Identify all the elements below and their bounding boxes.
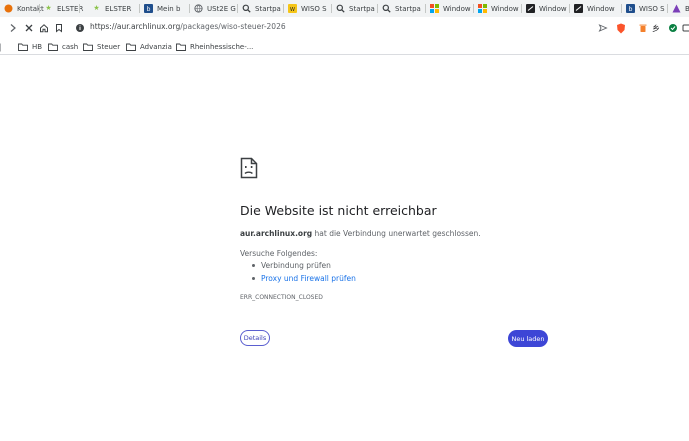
bookmark-label: Steuer (97, 43, 121, 51)
tab-title: Startpa (255, 4, 281, 13)
tab-title: Startpa (395, 4, 421, 13)
svg-text:b: b (147, 6, 151, 13)
send-icon[interactable] (596, 21, 610, 35)
url-path: /packages/wiso-steuer-2026 (180, 22, 286, 31)
suggestions-list: Verbindung prüfen Proxy und Firewall prü… (250, 261, 356, 287)
trash-icon[interactable] (636, 21, 650, 35)
folder-icon (126, 43, 136, 51)
tab-title: USt2E G (207, 4, 236, 13)
tab-mein-b[interactable]: b Mein b (140, 1, 190, 16)
circle-app-icon (4, 4, 13, 13)
translate-icon[interactable]: 乡 (651, 21, 665, 35)
tab-title: WISO S (301, 4, 327, 13)
suggestion-check-connection: Verbindung prüfen (250, 261, 356, 274)
suggestions-heading: Versuche Folgendes: (240, 249, 318, 258)
windows-icon (430, 4, 439, 13)
tab-title: B (685, 4, 689, 13)
bookmark-folder-advanzia[interactable]: Advanzia (126, 41, 172, 53)
error-description-text: hat die Verbindung unerwartet geschlosse… (312, 229, 481, 238)
tab-startpage-3[interactable]: Startpa (378, 1, 426, 16)
tab-wiso[interactable]: W WISO S (284, 1, 332, 16)
tab-strip: Kontakt ★ ELSTER ★ ELSTER b Mein b USt2E… (0, 0, 689, 17)
tab-kontakt[interactable]: Kontakt (0, 1, 44, 16)
tab-title: WISO S (639, 4, 665, 13)
browser-toolbar: https://aur.archlinux.org/packages/wiso-… (0, 17, 689, 39)
svg-text:乡: 乡 (652, 24, 660, 33)
bookmark-icon[interactable] (52, 21, 66, 35)
tab-title: Window (443, 4, 471, 13)
tab-wiso-2[interactable]: b WISO S (622, 1, 668, 16)
tab-title: Window (491, 4, 519, 13)
tab-startpage-2[interactable]: Startpa (332, 1, 378, 16)
url-host: https://aur.archlinux.org (90, 22, 181, 31)
bookmark-folder-cash[interactable]: cash (48, 41, 78, 53)
error-host: aur.archlinux.org (240, 229, 313, 238)
svg-text:b: b (629, 6, 633, 13)
search-icon (242, 4, 251, 13)
partial-bookmark[interactable] (0, 41, 6, 53)
search-icon (382, 4, 391, 13)
tab-title: Window (539, 4, 567, 13)
site-info-icon[interactable] (73, 21, 87, 35)
globe-icon (194, 4, 203, 13)
bank-icon: b (626, 4, 635, 13)
arch-icon (672, 4, 681, 13)
wallet-icon[interactable] (680, 21, 689, 35)
bookmark-folder-hb[interactable]: HB (18, 41, 42, 53)
bookmark-label: Advanzia (140, 43, 172, 51)
folder-icon (18, 43, 28, 51)
sad-document-icon (240, 157, 258, 179)
error-description: aur.archlinux.org hat die Verbindung une… (240, 229, 481, 238)
bookmarks-bar: HB cash Steuer Advanzia Rheinhessische-.… (0, 39, 689, 55)
bookmark-label: HB (32, 43, 43, 51)
tab-arch[interactable]: B (668, 1, 689, 16)
suggestion-check-proxy-link[interactable]: Proxy und Firewall prüfen (250, 274, 356, 287)
bookmark-folder-rheinhessische[interactable]: Rheinhessische-... (176, 41, 253, 53)
windows-icon (478, 4, 487, 13)
star-icon: ★ (45, 4, 52, 12)
svg-text:W: W (290, 7, 295, 13)
reload-button[interactable]: Neu laden (508, 330, 548, 347)
wiso-icon: W (288, 4, 297, 13)
stop-icon[interactable] (22, 21, 36, 35)
star-icon: ★ (93, 4, 100, 12)
bookmark-label: Rheinhessische-... (190, 43, 254, 51)
folder-icon (48, 43, 58, 51)
tab-windows-4[interactable]: Window (570, 1, 622, 16)
terminal-icon (574, 4, 583, 13)
terminal-icon (526, 4, 535, 13)
details-button[interactable]: Details (240, 330, 270, 346)
tab-ust2e[interactable]: USt2E G (190, 1, 238, 16)
tab-startpage[interactable]: Startpa (238, 1, 284, 16)
search-icon (336, 4, 345, 13)
brave-shield-icon[interactable] (614, 21, 628, 35)
address-bar[interactable]: https://aur.archlinux.org/packages/wiso-… (90, 22, 286, 31)
tab-title: Window (587, 4, 615, 13)
folder-icon (83, 43, 93, 51)
bookmark-label: cash (62, 43, 79, 51)
home-icon[interactable] (37, 21, 51, 35)
bank-icon: b (144, 4, 153, 13)
error-code: ERR_CONNECTION_CLOSED (240, 294, 323, 301)
tab-windows[interactable]: Window (426, 1, 474, 16)
extension-icon[interactable] (666, 21, 680, 35)
tab-windows-2[interactable]: Window (474, 1, 522, 16)
tab-elster-2[interactable]: ★ ELSTER (88, 1, 140, 16)
bookmark-folder-steuer[interactable]: Steuer (83, 41, 120, 53)
error-title: Die Website ist nicht erreichbar (240, 203, 437, 218)
tab-windows-3[interactable]: Window (522, 1, 570, 16)
tab-title: Startpa (349, 4, 375, 13)
forward-icon[interactable] (6, 21, 20, 35)
tab-title: ELSTER (105, 4, 132, 13)
tab-elster[interactable]: ★ ELSTER (40, 1, 83, 16)
folder-icon (176, 43, 186, 51)
tab-title: Mein b (157, 4, 181, 13)
